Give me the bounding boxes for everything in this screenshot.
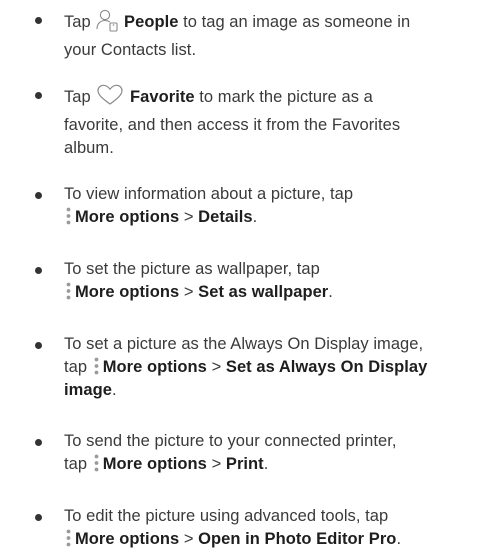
tip-line: More options > Set as wallpaper. (64, 281, 474, 304)
more-options-icon (66, 529, 71, 547)
tip-line: To edit the picture using advanced tools… (64, 507, 389, 525)
more-options-icon (94, 454, 99, 472)
set-as-wallpaper-label: Set as wallpaper (198, 283, 329, 301)
tip-line: favorite, and then access it from the Fa… (64, 116, 401, 134)
tip-text: Tap People to tag an image as someone in… (64, 8, 474, 62)
more-options-label: More options (102, 358, 207, 376)
print-label: Print (225, 455, 264, 473)
bullet (35, 267, 42, 274)
tip-lead: Tap (64, 13, 91, 31)
tip-lead: tap (64, 455, 88, 473)
menu-separator: > (211, 358, 222, 376)
tip-line: To send the picture to your connected pr… (64, 432, 397, 450)
tip-lead: tap (64, 358, 88, 376)
bullet (35, 92, 42, 99)
tip-line: Tap People to tag an image as someone in (64, 8, 474, 39)
tip-line: tap More options > Set as Always On Disp… (64, 356, 474, 379)
period: . (396, 530, 402, 548)
heart-icon (95, 83, 125, 114)
favorite-label: Favorite (130, 88, 195, 106)
more-options-label: More options (75, 208, 180, 226)
tip-lead: Tap (64, 88, 91, 106)
bullet (35, 439, 42, 446)
tip-line: Tap Favorite to mark the picture as a (64, 83, 474, 114)
more-options-icon (66, 282, 71, 300)
open-in-photo-editor-pro-label: Open in Photo Editor Pro (198, 530, 397, 548)
period: . (111, 381, 117, 399)
period: . (328, 283, 333, 301)
set-as-aod-label-cont: image (64, 381, 112, 399)
more-options-label: More options (102, 455, 207, 473)
more-options-icon (66, 207, 71, 225)
menu-separator: > (211, 455, 222, 473)
bullet (35, 514, 42, 521)
period: . (252, 208, 258, 226)
tip-line: To set the picture as wallpaper, tap (64, 260, 320, 278)
menu-separator: > (183, 530, 194, 548)
tip-text: To edit the picture using advanced tools… (64, 505, 474, 551)
more-options-label: More options (75, 283, 180, 301)
menu-separator: > (183, 208, 194, 226)
tip-text-part: to mark the picture as a (199, 88, 373, 106)
tip-line: tap More options > Print. (64, 453, 474, 476)
tip-text: Tap Favorite to mark the picture as a fa… (64, 83, 474, 160)
set-as-aod-label: Set as Always On Display (225, 358, 428, 376)
people-label: People (124, 13, 179, 31)
details-label: Details (198, 208, 253, 226)
bullet (35, 342, 42, 349)
tip-line: album. (64, 139, 114, 157)
bullet (35, 17, 42, 24)
tip-text: To view information about a picture, tap… (64, 183, 474, 229)
menu-separator: > (183, 283, 194, 301)
tip-line: More options > Details. (64, 206, 474, 229)
tip-line: To view information about a picture, tap (64, 185, 354, 203)
more-options-label: More options (75, 530, 180, 548)
tip-line: your Contacts list. (64, 41, 197, 59)
tip-text: To set a picture as the Always On Displa… (64, 333, 474, 402)
tip-line: More options > Open in Photo Editor Pro. (64, 528, 474, 551)
tip-line: To set a picture as the Always On Displa… (64, 335, 424, 353)
tip-text: To send the picture to your connected pr… (64, 430, 474, 476)
tip-text-part: to tag an image as someone in (183, 13, 411, 31)
tip-text: To set the picture as wallpaper, tap Mor… (64, 258, 474, 304)
bullet (35, 192, 42, 199)
tip-line: image. (64, 379, 474, 402)
person-tag-icon (95, 8, 119, 39)
more-options-icon (94, 357, 99, 375)
period: . (263, 455, 269, 473)
